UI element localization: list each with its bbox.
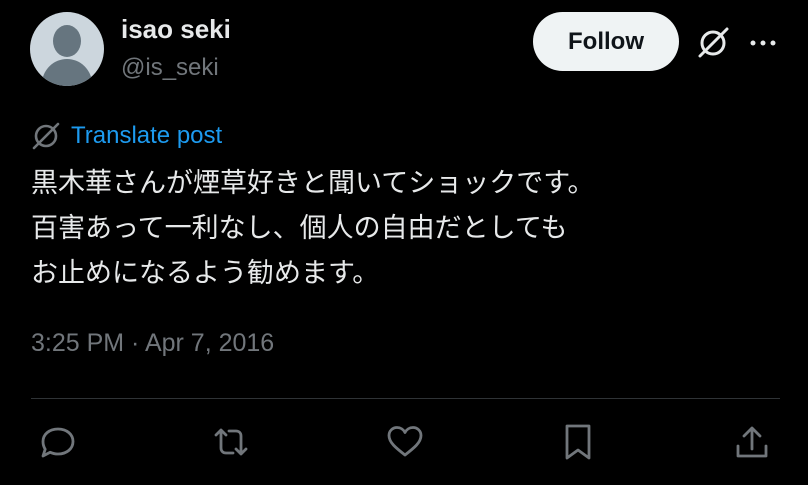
more-icon[interactable] [748, 31, 778, 55]
share-button[interactable] [732, 422, 772, 462]
post-timestamp[interactable]: 3:25 PM · Apr 7, 2016 [31, 329, 274, 358]
post-text-line: お止めになるよう勧めます。 [31, 258, 380, 289]
post-text-line: 黒木華さんが煙草好きと聞いてショックです。 [31, 168, 595, 199]
translate-icon [32, 122, 60, 150]
post-text: 黒木華さんが煙草好きと聞いてショックです。 百害あって一利なし、個人の自由だとし… [31, 161, 771, 296]
post-text-line: 百害あって一利なし、個人の自由だとしても [31, 213, 568, 244]
user-handle[interactable]: @is_seki [121, 54, 219, 82]
bookmark-icon [565, 424, 591, 460]
default-avatar-icon [53, 25, 81, 57]
display-name[interactable]: isao seki [121, 14, 231, 45]
like-button[interactable] [385, 422, 425, 462]
repost-button[interactable] [211, 422, 251, 462]
reply-icon [41, 427, 75, 458]
translate-post-row[interactable]: Translate post [31, 121, 222, 151]
translate-post-link[interactable]: Translate post [71, 122, 222, 150]
repost-icon [214, 428, 248, 456]
share-icon [736, 426, 768, 458]
reply-button[interactable] [38, 422, 78, 462]
follow-button[interactable]: Follow [533, 12, 679, 71]
like-icon [387, 426, 423, 457]
avatar[interactable] [30, 12, 104, 86]
divider [31, 398, 780, 399]
bookmark-button[interactable] [558, 422, 598, 462]
grok-icon[interactable] [696, 26, 730, 60]
